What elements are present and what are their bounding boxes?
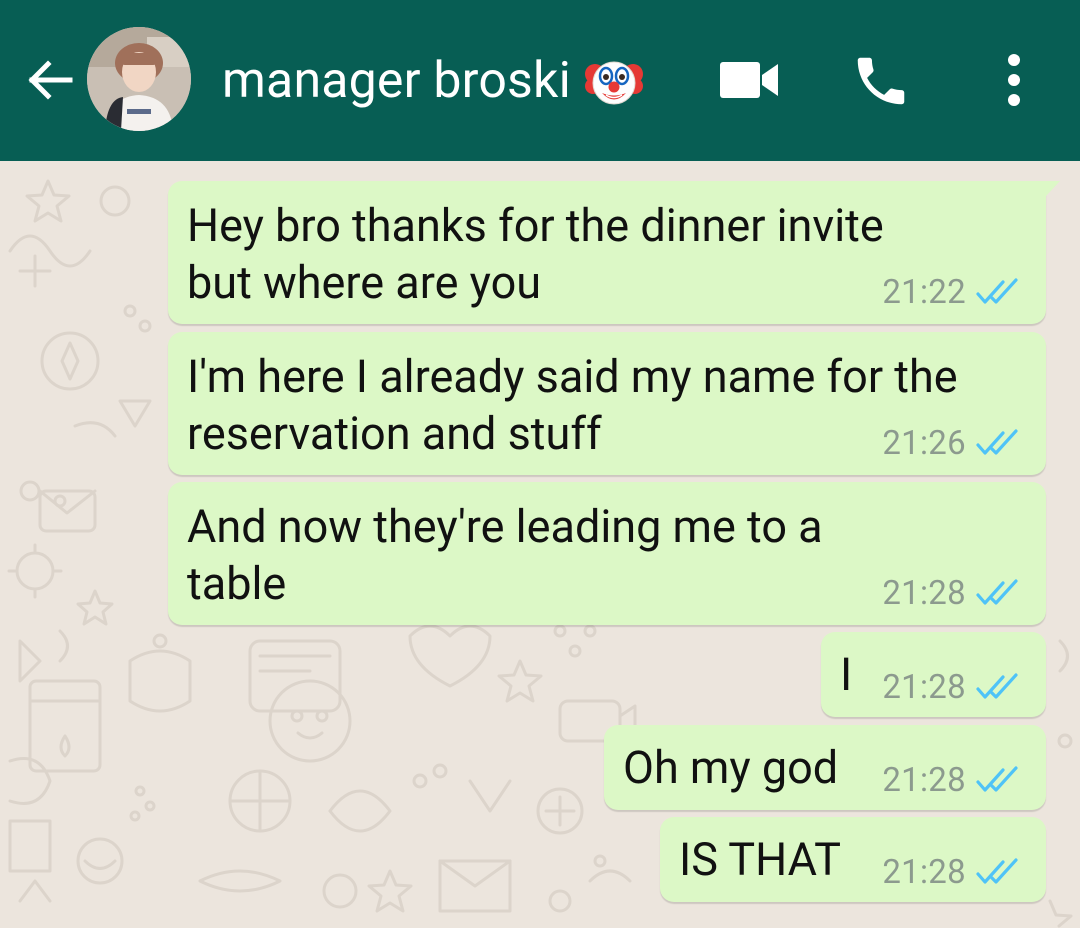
- double-check-icon: [976, 672, 1020, 702]
- back-button[interactable]: [20, 50, 80, 110]
- message-line: And now they're leading me to a: [187, 500, 823, 553]
- bubble-tail: [1034, 181, 1060, 209]
- message-line: I: [840, 648, 853, 701]
- double-check-icon: [976, 578, 1020, 608]
- contact-name: manager broski: [222, 52, 571, 110]
- chat-header: manager broski: [0, 0, 1080, 161]
- message-text: I: [840, 646, 852, 703]
- clown-face-icon: [584, 52, 643, 110]
- message-bubble[interactable]: I'm here I already said my name for the …: [168, 332, 1046, 475]
- message-bubble[interactable]: Oh my god 21:28: [604, 725, 1046, 810]
- message-meta: 21:28: [882, 852, 1020, 892]
- arrow-left-icon: [28, 60, 73, 100]
- message-line: I'm here I already said my name for the: [187, 350, 958, 403]
- double-check-icon: [976, 765, 1020, 795]
- chat-area[interactable]: Hey bro thanks for the dinner invite but…: [0, 161, 1080, 928]
- double-check-icon: [976, 277, 1020, 307]
- message-line: IS THAT: [679, 833, 841, 886]
- voice-call-button[interactable]: [850, 50, 912, 112]
- double-check-icon: [976, 857, 1020, 887]
- video-call-button[interactable]: [718, 54, 782, 106]
- message-meta: 21:28: [882, 667, 1020, 707]
- message-line: reservation and stuff: [187, 407, 602, 460]
- message-text: IS THAT: [679, 831, 841, 888]
- message-time: 21:26: [882, 423, 966, 463]
- message-time: 21:22: [882, 272, 966, 312]
- profile-photo: [87, 27, 191, 131]
- message-text: And now they're leading me to a table: [187, 498, 823, 612]
- message-time: 21:28: [882, 573, 966, 613]
- message-text: I'm here I already said my name for the …: [187, 348, 958, 462]
- message-bubble[interactable]: Hey bro thanks for the dinner invite but…: [168, 181, 1060, 324]
- message-line: but where are you: [187, 256, 542, 309]
- message-line: table: [187, 557, 287, 610]
- message-bubble[interactable]: IS THAT 21:28: [660, 817, 1046, 902]
- message-text: Oh my god: [623, 739, 838, 796]
- message-bubble[interactable]: I 21:28: [821, 632, 1046, 717]
- message-bubble[interactable]: And now they're leading me to a table 21…: [168, 482, 1046, 625]
- message-meta: 21:22: [882, 272, 1020, 312]
- overflow-menu-button[interactable]: [990, 50, 1038, 110]
- avatar[interactable]: [87, 27, 191, 131]
- message-time: 21:28: [882, 760, 966, 800]
- video-camera-icon: [720, 62, 778, 98]
- phone-icon: [857, 57, 905, 105]
- message-line: Oh my god: [623, 741, 839, 794]
- message-line: Hey bro thanks for the dinner invite: [187, 199, 884, 252]
- message-meta: 21:28: [882, 573, 1020, 613]
- message-meta: 21:28: [882, 760, 1020, 800]
- more-vertical-icon: [1008, 54, 1020, 106]
- message-text: Hey bro thanks for the dinner invite but…: [187, 197, 884, 311]
- message-meta: 21:26: [882, 423, 1020, 463]
- message-time: 21:28: [882, 852, 966, 892]
- double-check-icon: [976, 428, 1020, 458]
- contact-title[interactable]: manager broski: [222, 46, 643, 116]
- message-time: 21:28: [882, 667, 966, 707]
